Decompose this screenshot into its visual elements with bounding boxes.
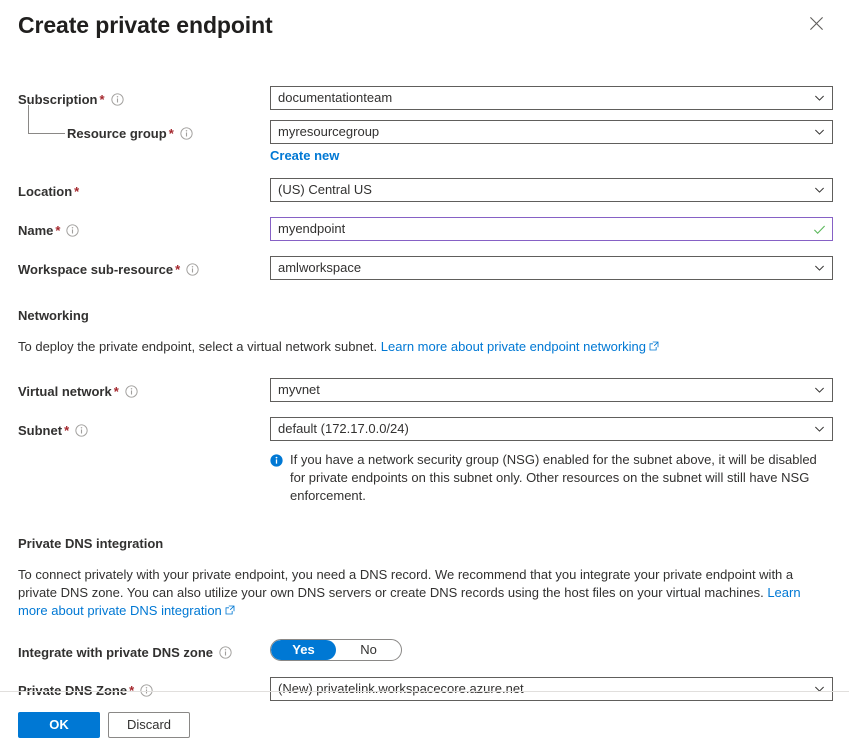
info-icon[interactable]	[111, 93, 124, 106]
private-dns-zone-value: (New) privatelink.workspacecore.azure.ne…	[278, 678, 524, 700]
info-icon[interactable]	[125, 385, 138, 398]
location-dropdown[interactable]: (US) Central US	[270, 178, 833, 202]
resource-group-field-cell: myresourcegroup Create new	[270, 120, 831, 164]
networking-section: Networking To deploy the private endpoin…	[18, 307, 831, 356]
create-new-link[interactable]: Create new	[270, 147, 339, 164]
chevron-down-icon	[814, 424, 825, 435]
integrate-dns-label-cell: Integrate with private DNS zone	[18, 639, 270, 661]
info-icon[interactable]	[219, 646, 232, 659]
chevron-down-icon	[814, 127, 825, 138]
location-value: (US) Central US	[278, 179, 372, 201]
private-dns-section-title: Private DNS integration	[18, 535, 831, 553]
required-marker: *	[114, 384, 119, 399]
virtual-network-label-cell: Virtual network*	[18, 378, 270, 400]
location-field-cell: (US) Central US	[270, 178, 831, 202]
toggle-option-no[interactable]: No	[336, 640, 401, 660]
required-marker: *	[64, 423, 69, 438]
page-title: Create private endpoint	[18, 10, 831, 40]
external-link-icon	[649, 341, 659, 351]
subscription-field-cell: documentationteam	[270, 86, 831, 110]
nsg-info-note-text: If you have a network security group (NS…	[290, 451, 833, 505]
info-icon[interactable]	[66, 224, 79, 237]
private-dns-description-text: To connect privately with your private e…	[18, 567, 793, 600]
subnet-dropdown[interactable]: default (172.17.0.0/24)	[270, 417, 833, 441]
name-field-cell: myendpoint	[270, 217, 831, 241]
discard-button[interactable]: Discard	[108, 712, 190, 738]
required-marker: *	[175, 262, 180, 277]
chevron-down-icon	[814, 263, 825, 274]
subscription-dropdown[interactable]: documentationteam	[270, 86, 833, 110]
name-label: Name*	[18, 222, 79, 239]
row-location: Location* (US) Central US	[18, 178, 831, 202]
close-icon[interactable]	[805, 12, 827, 34]
required-marker: *	[74, 184, 79, 199]
nsg-info-note: If you have a network security group (NS…	[270, 451, 833, 505]
tree-connector-line	[28, 105, 65, 134]
location-label-cell: Location*	[18, 178, 270, 200]
required-marker: *	[169, 126, 174, 141]
chevron-down-icon	[814, 185, 825, 196]
workspace-sub-resource-field-cell: amlworkspace	[270, 256, 831, 280]
ok-button[interactable]: OK	[18, 712, 100, 738]
subnet-label: Subnet*	[18, 422, 88, 439]
virtual-network-field-cell: myvnet	[270, 378, 831, 402]
private-dns-description: To connect privately with your private e…	[18, 566, 831, 620]
networking-description: To deploy the private endpoint, select a…	[18, 338, 831, 356]
private-dns-zone-label-cell: Private DNS Zone*	[18, 677, 270, 699]
subscription-value: documentationteam	[278, 87, 392, 109]
row-integrate-dns-toggle: Integrate with private DNS zone Yes No	[18, 639, 831, 661]
networking-description-text: To deploy the private endpoint, select a…	[18, 339, 377, 354]
chevron-down-icon	[814, 93, 825, 104]
private-dns-section: Private DNS integration To connect priva…	[18, 535, 831, 620]
resource-group-label: Resource group*	[67, 125, 193, 142]
info-icon[interactable]	[186, 263, 199, 276]
virtual-network-value: myvnet	[278, 379, 320, 401]
row-virtual-network: Virtual network* myvnet	[18, 378, 831, 402]
required-marker: *	[55, 223, 60, 238]
info-icon[interactable]	[180, 127, 193, 140]
row-resource-group: Resource group* myresourcegroup Create n…	[18, 120, 831, 164]
row-subnet: Subnet* default (172.17.0.0/24)	[18, 417, 831, 505]
name-label-cell: Name*	[18, 217, 270, 239]
row-workspace-sub-resource: Workspace sub-resource* amlworkspace	[18, 256, 831, 280]
private-dns-zone-field-cell: (New) privatelink.workspacecore.azure.ne…	[270, 677, 831, 701]
row-private-dns-zone: Private DNS Zone* (New) privatelink.work…	[18, 677, 831, 701]
workspace-sub-resource-label: Workspace sub-resource*	[18, 261, 199, 278]
toggle-option-yes[interactable]: Yes	[271, 640, 336, 660]
resource-group-dropdown[interactable]: myresourcegroup	[270, 120, 833, 144]
workspace-sub-resource-label-cell: Workspace sub-resource*	[18, 256, 270, 278]
networking-learn-more-link[interactable]: Learn more about private endpoint networ…	[381, 339, 646, 354]
integrate-dns-label: Integrate with private DNS zone	[18, 644, 232, 661]
workspace-sub-resource-value: amlworkspace	[278, 257, 361, 279]
subnet-field-cell: default (172.17.0.0/24) If you have a	[270, 417, 831, 505]
workspace-sub-resource-dropdown[interactable]: amlworkspace	[270, 256, 833, 280]
row-name: Name* myendpoint	[18, 217, 831, 241]
private-dns-zone-dropdown[interactable]: (New) privatelink.workspacecore.azure.ne…	[270, 677, 833, 701]
networking-section-title: Networking	[18, 307, 831, 325]
name-input[interactable]: myendpoint	[270, 217, 833, 241]
location-label: Location*	[18, 183, 79, 200]
blade-body: Subscription* documentationteam	[0, 86, 849, 701]
checkmark-icon	[813, 223, 825, 235]
footer-divider	[0, 691, 849, 692]
footer-actions: OK Discard	[18, 712, 190, 738]
integrate-dns-field-cell: Yes No	[270, 639, 831, 661]
integrate-dns-toggle[interactable]: Yes No	[270, 639, 402, 661]
blade-header: Create private endpoint	[0, 0, 849, 46]
name-value: myendpoint	[278, 218, 345, 240]
chevron-down-icon	[814, 684, 825, 695]
virtual-network-label: Virtual network*	[18, 383, 138, 400]
subnet-value: default (172.17.0.0/24)	[278, 418, 409, 440]
info-icon[interactable]	[75, 424, 88, 437]
row-subscription: Subscription* documentationteam	[18, 86, 831, 110]
external-link-icon	[225, 605, 235, 615]
required-marker: *	[99, 92, 104, 107]
virtual-network-dropdown[interactable]: myvnet	[270, 378, 833, 402]
resource-group-label-cell: Resource group*	[18, 120, 270, 142]
info-filled-icon	[270, 454, 283, 467]
chevron-down-icon	[814, 385, 825, 396]
resource-group-value: myresourcegroup	[278, 121, 379, 143]
subnet-label-cell: Subnet*	[18, 417, 270, 439]
